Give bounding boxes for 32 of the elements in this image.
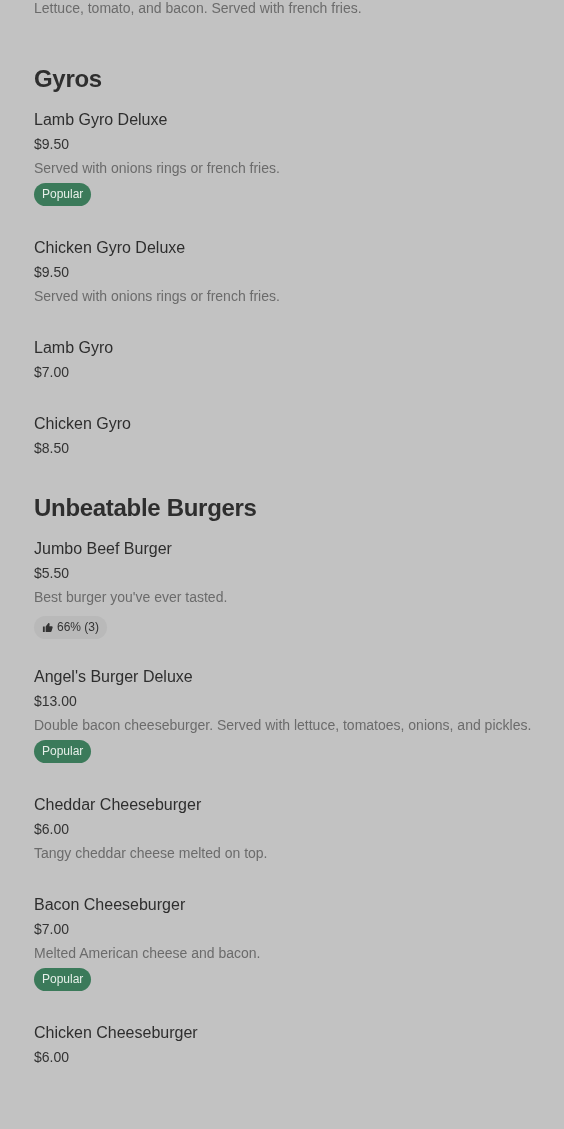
popular-tag: Popular	[34, 739, 92, 763]
item-name[interactable]: Chicken Gyro Deluxe	[34, 236, 544, 260]
item-name[interactable]: Jumbo Beef Burger	[34, 537, 544, 561]
item-description: Best burger you've ever tasted.	[34, 588, 229, 607]
item-price: $7.00	[34, 920, 71, 939]
item-price: $5.50	[34, 564, 71, 583]
item-description: Served with onions rings or french fries.	[34, 159, 281, 178]
item-price: $6.00	[34, 1048, 71, 1067]
rating-text: 66% (3)	[57, 619, 100, 635]
item-name[interactable]: Chicken Gyro	[34, 412, 544, 436]
thumbs-up-icon	[42, 621, 53, 633]
section-heading: Gyros	[34, 64, 103, 94]
item-name[interactable]: Angel's Burger Deluxe	[34, 665, 544, 689]
item-price: $6.00	[34, 820, 71, 839]
item-name[interactable]: Lamb Gyro Deluxe	[34, 108, 544, 132]
item-price: $8.50	[34, 439, 71, 458]
item-description: Melted American cheese and bacon.	[34, 944, 262, 963]
item-description: Tangy cheddar cheese melted on top.	[34, 844, 269, 863]
item-name[interactable]: Chicken Cheeseburger	[34, 1021, 544, 1045]
item-name[interactable]: Lamb Gyro	[34, 336, 544, 360]
item-price: $7.00	[34, 363, 71, 382]
item-price: $13.00	[34, 692, 78, 711]
popular-tag: Popular	[34, 967, 92, 991]
item-name[interactable]: Bacon Cheeseburger	[34, 893, 544, 917]
section-heading: Unbeatable Burgers	[34, 493, 258, 523]
item-description: Double bacon cheeseburger. Served with lettuce, tomatoes, onions, and pickles.	[34, 716, 533, 735]
item-description: Served with onions rings or french fries.	[34, 287, 281, 306]
item-price: $9.50	[34, 135, 71, 154]
item-name[interactable]: Cheddar Cheeseburger	[34, 793, 544, 817]
item-price: $9.50	[34, 263, 71, 282]
popular-tag: Popular	[34, 182, 92, 206]
item-description: Lettuce, tomato, and bacon. Served with french fries.	[34, 0, 363, 16]
